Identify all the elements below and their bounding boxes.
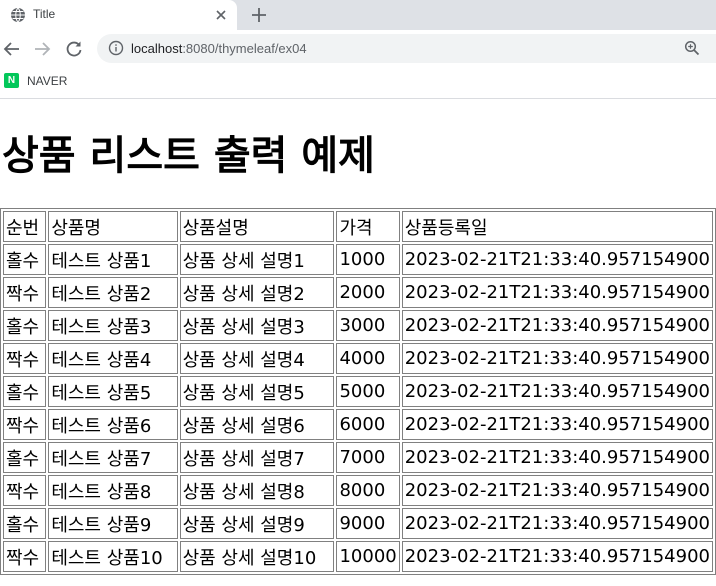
product-name-cell: 테스트 상품2 <box>48 277 178 308</box>
product-desc-cell: 상품 상세 설명6 <box>179 409 335 440</box>
product-desc-cell: 상품 상세 설명7 <box>179 442 335 473</box>
product-desc-cell: 상품 상세 설명10 <box>179 541 335 572</box>
url-host: localhost <box>131 41 183 56</box>
zoom-icon[interactable] <box>684 40 700 56</box>
parity-cell: 홀수 <box>3 244 47 275</box>
price-cell: 7000 <box>336 442 400 473</box>
page-title: 상품 리스트 출력 예제 <box>2 133 375 179</box>
registered-date-cell: 2023-02-21T21:33:40.957154900 <box>401 244 713 275</box>
back-arrow-icon[interactable] <box>2 39 22 59</box>
address-bar[interactable]: localhost:8080/thymeleaf/ex04 <box>97 34 716 63</box>
parity-cell: 홀수 <box>3 376 47 407</box>
browser-toolbar: localhost:8080/thymeleaf/ex04 <box>0 30 716 67</box>
parity-cell: 홀수 <box>3 508 47 539</box>
registered-date-cell: 2023-02-21T21:33:40.957154900 <box>401 310 713 341</box>
registered-date-cell: 2023-02-21T21:33:40.957154900 <box>401 541 713 572</box>
bookmark-naver[interactable]: NAVER <box>27 74 67 88</box>
table-row: 짝수 테스트 상품10 상품 상세 설명10 10000 2023-02-21T21:3… <box>3 541 713 572</box>
product-desc-cell: 상품 상세 설명3 <box>179 310 335 341</box>
price-cell: 10000 <box>336 541 400 572</box>
tab-title: Title <box>33 7 56 21</box>
price-cell: 3000 <box>336 310 400 341</box>
price-cell: 1000 <box>336 244 400 275</box>
price-cell: 5000 <box>336 376 400 407</box>
registered-date-cell: 2023-02-21T21:33:40.957154900 <box>401 409 713 440</box>
info-icon[interactable] <box>108 40 124 56</box>
forward-arrow-icon[interactable] <box>32 39 52 59</box>
product-desc-cell: 상품 상세 설명9 <box>179 508 335 539</box>
parity-cell: 짝수 <box>3 475 47 506</box>
table-row: 홀수 테스트 상품5 상품 상세 설명5 5000 2023-02-21T21:33:4… <box>3 376 713 407</box>
table-row: 짝수 테스트 상품8 상품 상세 설명8 8000 2023-02-21T21:33:4… <box>3 475 713 506</box>
globe-icon <box>11 7 25 23</box>
product-desc-cell: 상품 상세 설명5 <box>179 376 335 407</box>
product-name-cell: 테스트 상품4 <box>48 343 178 374</box>
price-cell: 4000 <box>336 343 400 374</box>
naver-icon[interactable]: N <box>4 73 19 88</box>
parity-cell: 짝수 <box>3 541 47 572</box>
table-row: 홀수 테스트 상품1 상품 상세 설명1 1000 2023-02-21T21:33:4… <box>3 244 713 275</box>
product-name-cell: 테스트 상품5 <box>48 376 178 407</box>
url-path: :8080/thymeleaf/ex04 <box>182 41 307 56</box>
header-cell: 가격 <box>336 211 400 242</box>
bookmarks-bar: N NAVER <box>0 67 716 99</box>
parity-cell: 짝수 <box>3 409 47 440</box>
table-row: 짝수 테스트 상품4 상품 상세 설명4 4000 2023-02-21T21:33:4… <box>3 343 713 374</box>
registered-date-cell: 2023-02-21T21:33:40.957154900 <box>401 343 713 374</box>
product-name-cell: 테스트 상품8 <box>48 475 178 506</box>
registered-date-cell: 2023-02-21T21:33:40.957154900 <box>401 277 713 308</box>
parity-cell: 홀수 <box>3 310 47 341</box>
parity-cell: 홀수 <box>3 442 47 473</box>
price-cell: 6000 <box>336 409 400 440</box>
parity-cell: 짝수 <box>3 343 47 374</box>
price-cell: 9000 <box>336 508 400 539</box>
registered-date-cell: 2023-02-21T21:33:40.957154900 <box>401 508 713 539</box>
product-name-cell: 테스트 상품9 <box>48 508 178 539</box>
parity-cell: 짝수 <box>3 277 47 308</box>
registered-date-cell: 2023-02-21T21:33:40.957154900 <box>401 376 713 407</box>
registered-date-cell: 2023-02-21T21:33:40.957154900 <box>401 475 713 506</box>
header-cell: 상품등록일 <box>401 211 713 242</box>
header-cell: 순번 <box>3 211 47 242</box>
table-header-row: 순번 상품명 상품설명 가격 상품등록일 <box>3 211 713 242</box>
product-name-cell: 테스트 상품10 <box>48 541 178 572</box>
price-cell: 2000 <box>336 277 400 308</box>
browser-tab[interactable]: Title <box>0 0 237 30</box>
tab-strip: Title <box>0 0 716 30</box>
product-desc-cell: 상품 상세 설명2 <box>179 277 335 308</box>
table-row: 홀수 테스트 상품9 상품 상세 설명9 9000 2023-02-21T21:33:4… <box>3 508 713 539</box>
product-name-cell: 테스트 상품1 <box>48 244 178 275</box>
registered-date-cell: 2023-02-21T21:33:40.957154900 <box>401 442 713 473</box>
product-name-cell: 테스트 상품6 <box>48 409 178 440</box>
product-desc-cell: 상품 상세 설명8 <box>179 475 335 506</box>
product-name-cell: 테스트 상품3 <box>48 310 178 341</box>
reload-icon[interactable] <box>64 39 84 59</box>
product-name-cell: 테스트 상품7 <box>48 442 178 473</box>
close-icon[interactable] <box>213 7 229 23</box>
url-text[interactable]: localhost:8080/thymeleaf/ex04 <box>131 41 307 56</box>
price-cell: 8000 <box>336 475 400 506</box>
table-row: 짝수 테스트 상품2 상품 상세 설명2 2000 2023-02-21T21:33:4… <box>3 277 713 308</box>
table-row: 홀수 테스트 상품3 상품 상세 설명3 3000 2023-02-21T21:33:4… <box>3 310 713 341</box>
product-desc-cell: 상품 상세 설명4 <box>179 343 335 374</box>
header-cell: 상품명 <box>48 211 178 242</box>
table-row: 홀수 테스트 상품7 상품 상세 설명7 7000 2023-02-21T21:33:4… <box>3 442 713 473</box>
page-content: 상품 리스트 출력 예제 순번 상품명 상품설명 가격 상품등록일 홀수 테스트 … <box>0 100 716 586</box>
product-table: 순번 상품명 상품설명 가격 상품등록일 홀수 테스트 상품1 상품 상세 설명1 1… <box>0 208 716 575</box>
header-cell: 상품설명 <box>179 211 335 242</box>
product-desc-cell: 상품 상세 설명1 <box>179 244 335 275</box>
plus-icon[interactable] <box>249 5 269 25</box>
table-row: 짝수 테스트 상품6 상품 상세 설명6 6000 2023-02-21T21:33:4… <box>3 409 713 440</box>
